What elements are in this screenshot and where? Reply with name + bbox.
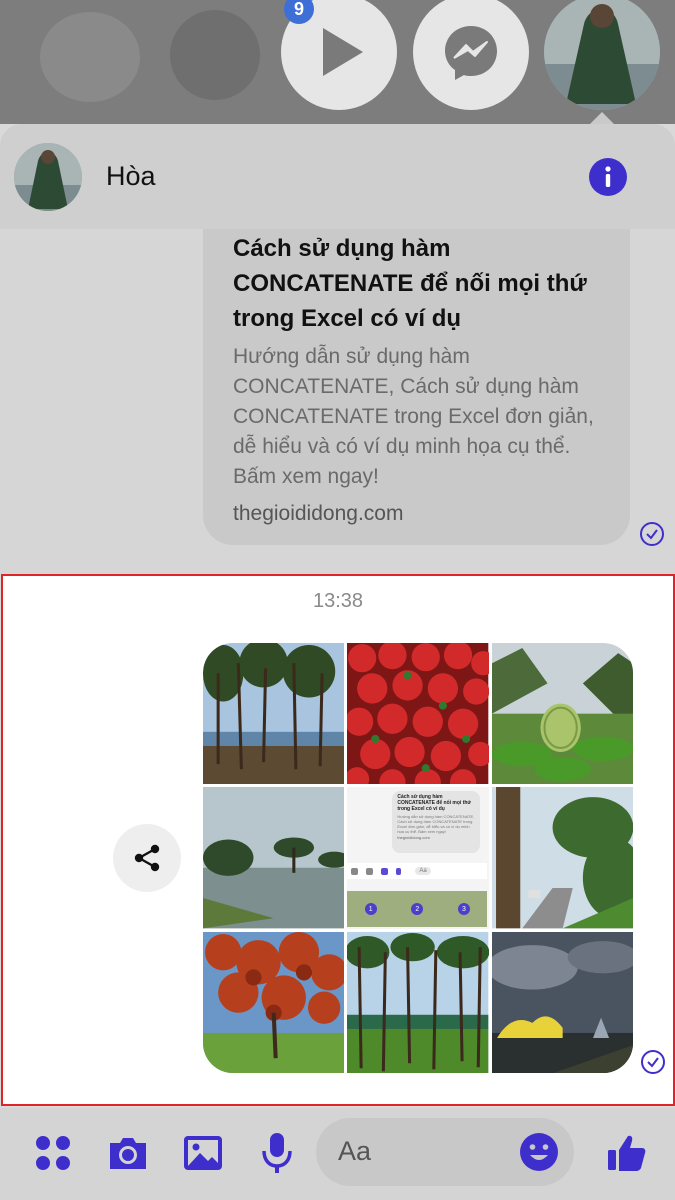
message-input[interactable]: Aa — [316, 1118, 574, 1186]
contact-avatar[interactable] — [14, 142, 82, 211]
photo-chat-screenshot[interactable]: Cách sử dụng hàm CONCATENATE để nối mọi … — [347, 787, 489, 929]
info-icon — [605, 166, 611, 187]
camera-button[interactable] — [103, 1128, 153, 1178]
thumbs-up-icon — [608, 1135, 646, 1171]
photo-pine-forest-lake[interactable] — [203, 643, 345, 785]
link-preview-description: Hướng dẫn sử dụng hàm CONCATENATE, Cách … — [233, 345, 594, 488]
sent-check-icon — [640, 522, 664, 546]
message-input-placeholder: Aa — [338, 1136, 372, 1166]
contact-name[interactable]: Hòa — [106, 161, 156, 192]
gallery-button[interactable] — [178, 1128, 228, 1178]
photo-night-building[interactable] — [491, 931, 633, 1073]
blurred-chat-head — [170, 10, 260, 100]
sent-check-icon — [641, 1050, 665, 1074]
share-icon — [134, 844, 160, 872]
messenger-chat-head[interactable] — [413, 0, 529, 110]
link-preview-domain: thegioididong.com — [233, 502, 404, 525]
thumbnail-title: Cách sử dụng hàm CONCATENATE để nối mọi … — [397, 794, 472, 813]
share-button[interactable] — [113, 824, 181, 892]
image-icon — [184, 1136, 222, 1170]
photo-pine-forest[interactable] — [347, 931, 489, 1073]
chat-heads-bar: 9 — [0, 0, 675, 124]
photo-strawberries[interactable] — [347, 643, 489, 785]
message-timestamp: 13:38 — [312, 590, 364, 612]
avatar-image — [544, 0, 660, 110]
highlighted-photo-message: 13:38 Cách sử dụng hàm CONCATENATE để nố… — [1, 574, 675, 1106]
info-button[interactable] — [589, 158, 627, 196]
photo-roadside-forest[interactable] — [491, 787, 633, 929]
play-icon — [323, 28, 363, 76]
voice-button[interactable] — [252, 1128, 302, 1178]
messenger-icon — [445, 26, 497, 80]
link-preview-card[interactable]: Cách sử dụng hàm CONCATENATE để nối mọi … — [203, 229, 630, 545]
thumbnail-placeholder: Aa — [415, 867, 431, 876]
photo-grid: Cách sử dụng hàm CONCATENATE để nối mọi … — [203, 643, 633, 1073]
apps-button[interactable] — [28, 1128, 78, 1178]
camera-icon — [110, 1138, 146, 1169]
thumbnail-number-2: 2 — [411, 903, 424, 916]
apps-grid-icon — [36, 1136, 70, 1170]
emoji-icon[interactable] — [518, 1131, 560, 1173]
previous-messages: Cách sử dụng hàm CONCATENATE để nối mọi … — [0, 229, 675, 574]
like-button[interactable] — [602, 1128, 652, 1178]
microphone-icon — [262, 1133, 292, 1173]
photo-lake-pine-trees[interactable] — [203, 787, 345, 929]
blurred-chat-head — [40, 12, 140, 102]
link-preview-title: Cách sử dụng hàm CONCATENATE để nối mọi … — [233, 235, 587, 332]
photo-red-flowering-tree[interactable] — [203, 931, 345, 1073]
chat-header: Hòa — [0, 124, 675, 229]
message-composer: Aa — [0, 1108, 675, 1200]
thumbnail-number-1: 1 — [364, 903, 377, 916]
photo-custard-apple-plant[interactable] — [491, 643, 633, 785]
thumbnail-number-3: 3 — [457, 903, 470, 916]
thumbnail-domain: thegioididong.com — [397, 835, 430, 841]
contact-avatar-head[interactable] — [544, 0, 660, 110]
thumbnail-description: Hướng dẫn sử dụng hàm CONCATENATE, Cách … — [397, 814, 475, 835]
